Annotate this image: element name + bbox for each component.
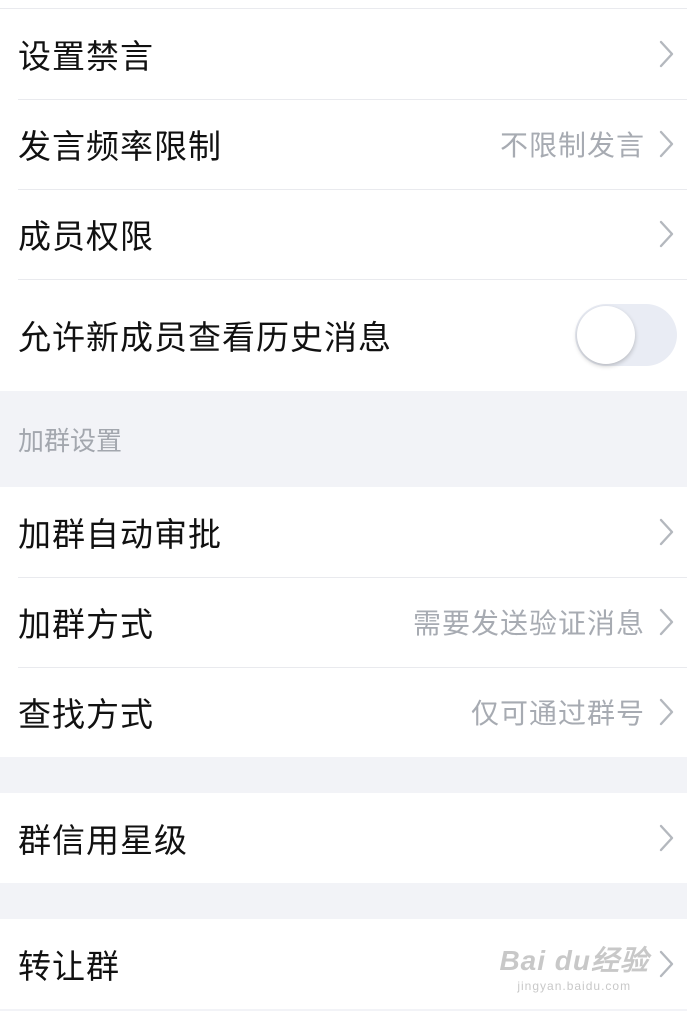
chevron-right-icon xyxy=(655,948,679,980)
toggle-knob xyxy=(577,306,635,364)
row-label: 转让群 xyxy=(18,947,120,986)
member-permissions-row[interactable]: 成员权限 xyxy=(0,189,687,279)
auto-approve-row[interactable]: 加群自动审批 xyxy=(0,487,687,577)
search-method-row[interactable]: 查找方式 仅可通过群号 xyxy=(0,667,687,757)
history-messages-toggle[interactable] xyxy=(575,304,677,366)
chevron-right-icon xyxy=(655,516,679,548)
history-messages-row: 允许新成员查看历史消息 xyxy=(0,279,687,391)
row-label: 设置禁言 xyxy=(18,37,154,76)
join-method-row[interactable]: 加群方式 需要发送验证消息 xyxy=(0,577,687,667)
row-value: 需要发送验证消息 xyxy=(412,607,645,640)
row-value: 仅可通过群号 xyxy=(470,697,645,730)
join-settings-header: 加群设置 xyxy=(18,426,123,457)
credit-section: 群信用星级 xyxy=(0,793,687,883)
credit-rating-row[interactable]: 群信用星级 xyxy=(0,793,687,883)
row-label: 查找方式 xyxy=(18,695,154,734)
chevron-right-icon xyxy=(655,128,679,160)
join-settings-section: 加群自动审批 加群方式 需要发送验证消息 查找方式 仅可通过群号 xyxy=(0,487,687,757)
speech-frequency-limit-row[interactable]: 发言频率限制 不限制发言 xyxy=(0,99,687,189)
row-value: 不限制发言 xyxy=(499,129,645,162)
row-label: 发言频率限制 xyxy=(18,127,222,166)
row-label: 加群自动审批 xyxy=(18,515,222,554)
row-label: 群信用星级 xyxy=(18,821,188,860)
row-label: 成员权限 xyxy=(18,217,154,256)
chevron-right-icon xyxy=(655,218,679,250)
chevron-right-icon xyxy=(655,38,679,70)
top-edge xyxy=(0,0,687,9)
transfer-section: 转让群 xyxy=(0,919,687,1009)
transfer-group-row[interactable]: 转让群 xyxy=(0,919,687,1009)
chevron-right-icon xyxy=(655,696,679,728)
group-admin-section: 设置禁言 发言频率限制 不限制发言 成员权限 允许新成员查看历史消息 xyxy=(0,9,687,391)
row-label: 允许新成员查看历史消息 xyxy=(18,318,392,357)
row-label: 加群方式 xyxy=(18,605,154,644)
group-settings-page: 设置禁言 发言频率限制 不限制发言 成员权限 允许新成员查看历史消息 加群设置 xyxy=(0,0,687,1011)
mute-settings-row[interactable]: 设置禁言 xyxy=(0,9,687,99)
chevron-right-icon xyxy=(655,822,679,854)
chevron-right-icon xyxy=(655,606,679,638)
